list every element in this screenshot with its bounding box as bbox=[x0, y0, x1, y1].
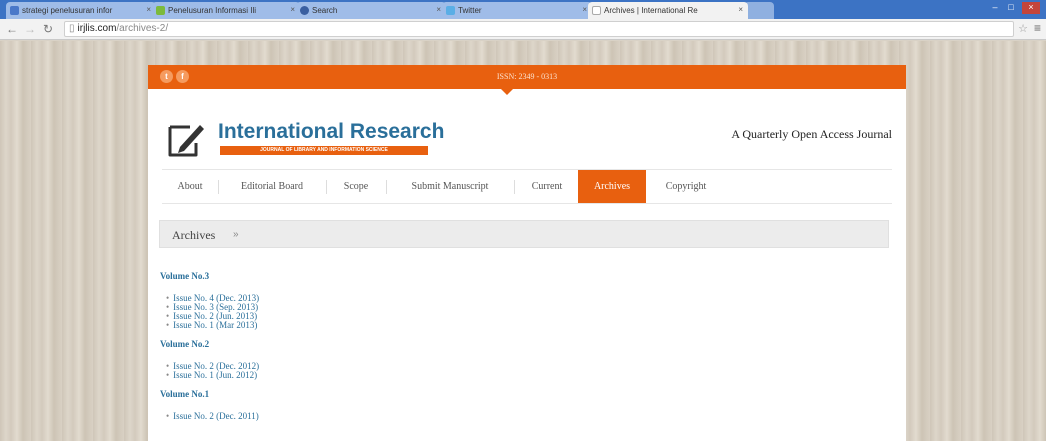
volume-heading[interactable]: Volume No.1 bbox=[160, 389, 209, 399]
close-tab-icon[interactable]: × bbox=[582, 5, 587, 14]
nav-divider bbox=[326, 180, 327, 194]
url-path: /archives-2/ bbox=[116, 23, 169, 34]
close-tab-icon[interactable]: × bbox=[290, 5, 295, 14]
main-nav: About Editorial Board Scope Submit Manus… bbox=[162, 169, 892, 204]
back-arrow-icon[interactable]: ← bbox=[6, 22, 18, 36]
page-viewport: t f ISSN: 2349 - 0313 International Rese… bbox=[0, 41, 1046, 441]
page-favicon-icon bbox=[156, 6, 165, 15]
nav-copyright[interactable]: Copyright bbox=[648, 170, 724, 203]
address-bar[interactable]: ▯ irjlis.com/archives-2/ bbox=[64, 21, 1014, 37]
browser-tab-active[interactable]: Archives | International Re × bbox=[588, 2, 748, 19]
close-tab-icon[interactable]: × bbox=[436, 5, 441, 14]
tab-title: Penelusuran Informasi Ili bbox=[168, 6, 257, 15]
archives-heading-bar: Archives » bbox=[159, 220, 889, 248]
reload-icon[interactable]: ↻ bbox=[43, 22, 53, 36]
nav-editorial-board[interactable]: Editorial Board bbox=[220, 170, 324, 203]
tagline: A Quarterly Open Access Journal bbox=[731, 127, 892, 141]
browser-tab[interactable]: Penelusuran Informasi Ili × bbox=[152, 2, 300, 19]
page-icon: ▯ bbox=[69, 23, 75, 34]
header: International Research JOURNAL OF LIBRAR… bbox=[148, 89, 906, 169]
browser-tab[interactable]: strategi penelusuran infor × bbox=[6, 2, 156, 19]
minimize-icon[interactable]: – bbox=[988, 2, 1002, 14]
nav-scope[interactable]: Scope bbox=[328, 170, 384, 203]
pen-paper-logo-icon[interactable] bbox=[166, 121, 206, 159]
nav-divider bbox=[514, 180, 515, 194]
bookmark-star-icon[interactable]: ☆ bbox=[1018, 22, 1028, 35]
tab-title: strategi penelusuran infor bbox=[22, 6, 113, 15]
volume-heading[interactable]: Volume No.2 bbox=[160, 339, 209, 349]
volume-heading[interactable]: Volume No.3 bbox=[160, 271, 209, 281]
twitter-favicon-icon bbox=[446, 6, 455, 15]
browser-tab[interactable]: Twitter × bbox=[442, 2, 592, 19]
nav-divider bbox=[386, 180, 387, 194]
close-window-icon[interactable]: × bbox=[1022, 2, 1040, 14]
nav-archives[interactable]: Archives bbox=[578, 170, 646, 203]
close-tab-icon[interactable]: × bbox=[146, 5, 151, 14]
issn-label: ISSN: 2349 - 0313 bbox=[496, 72, 558, 81]
url-domain: irjlis.com bbox=[77, 23, 117, 34]
nav-about[interactable]: About bbox=[162, 170, 218, 203]
nav-submit-manuscript[interactable]: Submit Manuscript bbox=[388, 170, 512, 203]
nav-current[interactable]: Current bbox=[516, 170, 578, 203]
site-title[interactable]: International Research bbox=[218, 120, 444, 144]
nav-divider bbox=[218, 180, 219, 194]
search-favicon-icon bbox=[300, 6, 309, 15]
issue-link[interactable]: • Issue No. 2 (Dec. 2011) bbox=[166, 411, 259, 421]
close-tab-icon[interactable]: × bbox=[738, 5, 743, 14]
forward-arrow-icon[interactable]: → bbox=[24, 22, 36, 36]
page-favicon-icon bbox=[592, 6, 601, 15]
tab-title: Search bbox=[312, 6, 338, 15]
issue-link[interactable]: • Issue No. 1 (Jun. 2012) bbox=[166, 370, 257, 380]
breadcrumb-arrow-icon: » bbox=[233, 229, 239, 240]
chrome-menu-icon[interactable]: ≡ bbox=[1034, 21, 1041, 35]
new-tab-button[interactable] bbox=[744, 2, 774, 19]
tab-title: Twitter bbox=[458, 6, 482, 15]
issue-link[interactable]: • Issue No. 1 (Mar 2013) bbox=[166, 320, 257, 330]
top-bar: t f ISSN: 2349 - 0313 bbox=[148, 65, 906, 89]
browser-tab-strip: strategi penelusuran infor × Penelusuran… bbox=[0, 0, 1046, 19]
archives-title: Archives bbox=[172, 228, 216, 242]
browser-toolbar: ← → ↻ ▯ irjlis.com/archives-2/ ☆ ≡ bbox=[0, 19, 1046, 40]
tab-title: Archives | International Re bbox=[604, 6, 698, 15]
site-container: t f ISSN: 2349 - 0313 International Rese… bbox=[148, 65, 906, 441]
browser-tab[interactable]: Search × bbox=[296, 2, 446, 19]
maximize-icon[interactable]: □ bbox=[1004, 2, 1018, 14]
docs-favicon-icon bbox=[10, 6, 19, 15]
site-subtitle: JOURNAL OF LIBRARY AND INFORMATION SCIEN… bbox=[220, 146, 428, 155]
